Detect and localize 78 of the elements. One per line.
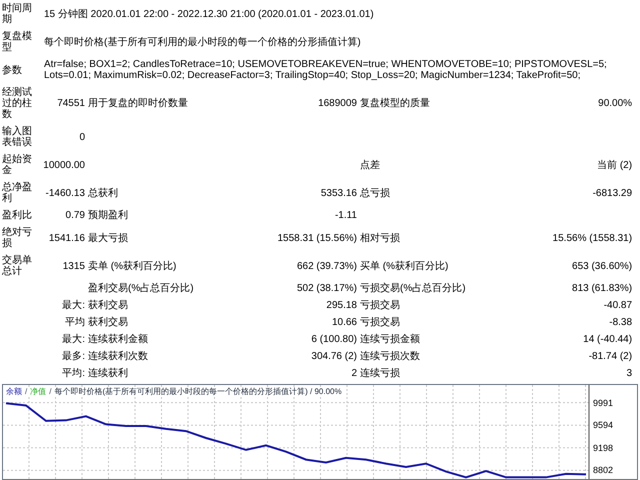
field-value: 304.76 (2)	[311, 351, 357, 362]
field-value: 1689009	[318, 98, 357, 109]
axis-tick-label: 9991	[593, 398, 614, 408]
field-value: 662 (39.73%)	[296, 260, 357, 272]
field-label: 平均:	[62, 368, 85, 379]
field-label: 盈利比	[2, 210, 32, 221]
field-value: 每个即时价格(基于所有可利用的最小时段的每一个价格的分形插值计算)	[44, 36, 361, 48]
field-label: 亏损交易	[360, 300, 400, 311]
field-value: 502 (38.17%)	[296, 283, 357, 294]
field-value: -8.38	[609, 317, 632, 328]
field-value: 15.56% (1558.31)	[552, 232, 632, 244]
axis-tick-label: 9198	[593, 442, 614, 453]
field-value: 5353.16	[320, 188, 357, 198]
field-label: 连续获利次数	[88, 351, 148, 362]
field-value: 295.18	[326, 300, 357, 311]
field-value: 10.66	[332, 317, 357, 328]
field-value: -81.74 (2)	[588, 351, 632, 362]
field-value: 653 (36.60%)	[572, 260, 632, 272]
field-value: 74551	[57, 98, 85, 109]
field-label: 复盘模型的质量	[360, 98, 430, 109]
field-label: 总净盈利	[2, 182, 32, 204]
field-label: 复盘模型	[2, 31, 32, 53]
legend-label: 余额	[6, 387, 22, 397]
field-label: 亏损交易	[360, 317, 400, 328]
field-label: 获利交易	[88, 300, 128, 311]
field-label: 起始资金	[2, 154, 32, 176]
axis-tick-label: 9594	[593, 420, 614, 430]
field-label: 卖单 (%获利百分比)	[88, 260, 176, 272]
field-value: -1460.13	[46, 188, 85, 198]
field-label: 经测试过的柱数	[2, 87, 32, 120]
field-value: 14 (-40.44)	[583, 334, 632, 345]
field-value: 0.79	[66, 210, 85, 221]
field-value: 1558.31 (15.56%)	[277, 232, 357, 244]
field-label: 连续获利金额	[88, 334, 148, 345]
field-label: 参数	[2, 64, 22, 76]
field-label: 相对亏损	[360, 232, 400, 244]
field-label: 买单 (%获利百分比)	[360, 260, 448, 272]
field-label: 总获利	[88, 188, 118, 198]
chart-caption: 每个即时价格(基于所有可利用的最小时段的每一个价格的分形插值计算) / 90.00%	[54, 387, 342, 397]
field-value: -40.87	[604, 300, 632, 311]
field-value: 0	[79, 132, 85, 142]
field-value: Atr=false; BOX1=2; CandlesToRetrace=10; USEMOVETOBREAKEVEN=true; WHENTOMOVETOBE=10; PIPSTOMOVESL=5; Lots=0.01; MaximumRisk=0.02; DecreaseFactor=3; TrailingStop=40; Stop_Loss=20; MagicNumber=1234; TakeProfit=50;	[44, 59, 607, 81]
field-value: 2	[351, 368, 357, 379]
field-label: 连续亏损次数	[360, 351, 420, 362]
axis-tick-label: 8802	[593, 465, 614, 476]
field-label: 输入图表错误	[2, 126, 32, 148]
field-value: 1315	[62, 260, 85, 272]
field-value: -6813.29	[592, 188, 632, 198]
field-value: 当前 (2)	[597, 160, 632, 170]
field-label: 盈利交易(%占总百分比)	[88, 283, 194, 294]
field-value: 6 (100.80)	[311, 334, 357, 345]
field-value: 3	[626, 368, 632, 379]
field-label: 连续亏损	[360, 368, 400, 379]
field-value: 1541.16	[48, 232, 85, 244]
field-label: 获利交易	[88, 317, 128, 328]
legend-label: 净值	[30, 387, 46, 397]
field-label: 点差	[360, 160, 380, 170]
field-value: 10000.00	[43, 160, 85, 170]
field-label: 用于复盘的即时价数量	[88, 98, 188, 109]
field-label: 连续亏损金额	[360, 334, 420, 345]
field-label: 交易单总计	[2, 255, 32, 277]
field-value: 15 分钟图 2020.01.01 22:00 - 2022.12.30 21:00 (2020.01.01 - 2023.01.01)	[44, 8, 374, 20]
field-value: -1.11	[334, 210, 357, 221]
field-label: 最多:	[62, 351, 85, 362]
field-label: 连续获利	[88, 368, 128, 379]
separator: /	[25, 387, 28, 397]
field-label: 绝对亏损	[2, 227, 32, 249]
field-label: 时间周期	[2, 3, 32, 25]
field-label: 最大亏损	[88, 232, 128, 244]
field-value: 90.00%	[598, 98, 632, 109]
field-label: 总亏损	[360, 188, 390, 198]
field-label: 预期盈利	[88, 210, 128, 221]
field-label: 亏损交易(%占总百分比)	[360, 283, 466, 294]
separator: /	[49, 387, 52, 397]
field-label: 最大:	[62, 300, 85, 311]
field-label: 最大:	[62, 334, 85, 345]
field-value: 813 (61.83%)	[572, 283, 632, 294]
field-label: 平均	[65, 317, 85, 328]
